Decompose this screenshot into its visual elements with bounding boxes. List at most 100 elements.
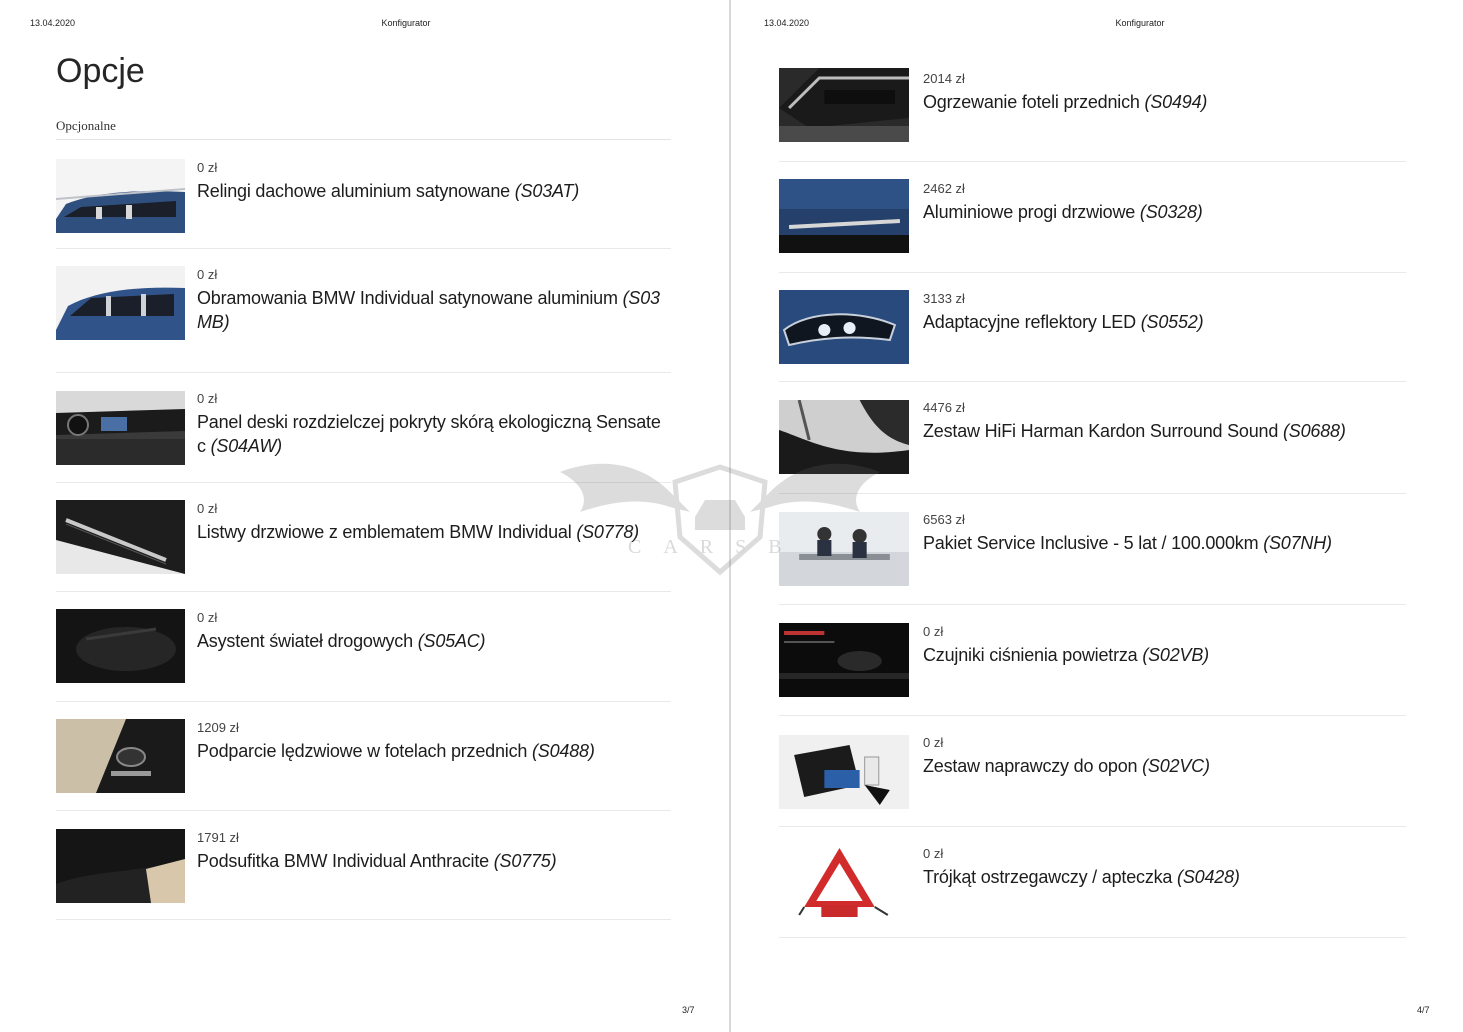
option-name: Aluminiowe progi drzwiowe (S0328) (923, 200, 1406, 224)
option-name: Asystent świateł drogowych (S05AC) (197, 629, 671, 653)
option-thumbnail (779, 290, 909, 364)
option-item: 3133 zł Adaptacyjne reflektory LED (S055… (779, 273, 1406, 382)
print-header-title: Konfigurator (1115, 18, 1165, 28)
page-title: Opcje (56, 52, 145, 90)
print-date: 13.04.2020 (30, 18, 76, 28)
option-thumbnail (56, 719, 185, 793)
option-code: (S04AW) (210, 436, 282, 456)
option-price: 0 zł (197, 160, 218, 175)
option-price: 2014 zł (923, 71, 965, 86)
option-item: 0 zł Obramowania BMW Individual satynowa… (56, 249, 671, 373)
option-name: Listwy drzwiowe z emblematem BMW Individ… (197, 520, 671, 544)
option-code: (S0488) (532, 741, 595, 761)
option-name: Panel deski rozdzielczej pokryty skórą e… (197, 410, 671, 458)
option-item: 2462 zł Aluminiowe progi drzwiowe (S0328… (779, 162, 1406, 273)
option-title: Aluminiowe progi drzwiowe (923, 202, 1136, 222)
option-code: (S0552) (1140, 312, 1204, 332)
option-thumbnail (779, 400, 909, 474)
option-title: Asystent świateł drogowych (197, 631, 413, 651)
page-3: 13.04.2020 Konfigurator Opcje Opcjonalne… (0, 0, 729, 1032)
option-title: Listwy drzwiowe z emblematem BMW Individ… (197, 522, 572, 542)
option-name: Zestaw HiFi Harman Kardon Surround Sound… (923, 419, 1406, 443)
option-name: Obramowania BMW Individual satynowane al… (197, 286, 671, 334)
option-item: 1791 zł Podsufitka BMW Individual Anthra… (56, 811, 671, 920)
page-number: 3/7 (682, 1005, 695, 1015)
print-header-title: Konfigurator (381, 18, 431, 28)
option-price: 3133 zł (923, 291, 965, 306)
option-code: (S02VB) (1142, 645, 1209, 665)
option-title: Pakiet Service Inclusive - 5 lat / 100.0… (923, 533, 1259, 553)
options-list: 2014 zł Ogrzewanie foteli przednich (S04… (779, 52, 1406, 938)
option-code: (S0428) (1177, 867, 1240, 887)
option-item: 0 zł Czujniki ciśnienia powietrza (S02VB… (779, 605, 1406, 716)
option-title: Adaptacyjne reflektory LED (923, 312, 1136, 332)
option-title: Zestaw naprawczy do opon (923, 756, 1138, 776)
option-thumbnail (779, 845, 909, 919)
option-code: (S0778) (576, 522, 639, 542)
option-title: Czujniki ciśnienia powietrza (923, 645, 1138, 665)
option-item: 1209 zł Podparcie lędzwiowe w fotelach p… (56, 702, 671, 811)
option-thumbnail (779, 68, 909, 142)
options-list: 0 zł Relingi dachowe aluminium satynowan… (56, 140, 671, 920)
option-title: Podsufitka BMW Individual Anthracite (197, 851, 489, 871)
option-thumbnail (779, 512, 909, 586)
option-code: (S02VC) (1142, 756, 1210, 776)
option-name: Relingi dachowe aluminium satynowane (S0… (197, 179, 671, 203)
option-price: 0 zł (197, 610, 218, 625)
option-thumbnail (779, 179, 909, 253)
option-price: 0 zł (923, 735, 944, 750)
option-price: 0 zł (923, 624, 944, 639)
option-item: 0 zł Listwy drzwiowe z emblematem BMW In… (56, 483, 671, 592)
option-name: Podparcie lędzwiowe w fotelach przednich… (197, 739, 671, 763)
option-price: 1791 zł (197, 830, 239, 845)
option-title: Trójkąt ostrzegawczy / apteczka (923, 867, 1173, 887)
print-date: 13.04.2020 (764, 18, 810, 28)
option-code: (S03AT) (514, 181, 580, 201)
option-name: Pakiet Service Inclusive - 5 lat / 100.0… (923, 531, 1406, 555)
option-name: Trójkąt ostrzegawczy / apteczka (S0428) (923, 865, 1406, 889)
option-code: (S0494) (1144, 92, 1208, 112)
option-item: 0 zł Asystent świateł drogowych (S05AC) (56, 592, 671, 702)
page-number: 4/7 (1417, 1005, 1430, 1015)
option-title: Ogrzewanie foteli przednich (923, 92, 1140, 112)
option-item: 0 zł Trójkąt ostrzegawczy / apteczka (S0… (779, 827, 1406, 938)
option-name: Podsufitka BMW Individual Anthracite (S0… (197, 849, 671, 873)
option-name: Czujniki ciśnienia powietrza (S02VB) (923, 643, 1406, 667)
option-item: 4476 zł Zestaw HiFi Harman Kardon Surrou… (779, 382, 1406, 494)
option-code: (S0775) (493, 851, 557, 871)
option-thumbnail (56, 391, 185, 465)
option-price: 1209 zł (197, 720, 239, 735)
option-code: (S05AC) (417, 631, 486, 651)
option-thumbnail (56, 159, 185, 233)
option-item: 0 zł Panel deski rozdzielczej pokryty sk… (56, 373, 671, 483)
option-name: Adaptacyjne reflektory LED (S0552) (923, 310, 1406, 334)
option-thumbnail (56, 829, 185, 903)
option-item: 0 zł Relingi dachowe aluminium satynowan… (56, 140, 671, 249)
option-price: 6563 zł (923, 512, 965, 527)
option-thumbnail (56, 609, 185, 683)
option-price: 2462 zł (923, 181, 965, 196)
option-name: Ogrzewanie foteli przednich (S0494) (923, 90, 1406, 114)
option-price: 0 zł (923, 846, 944, 861)
option-thumbnail (779, 735, 909, 809)
option-thumbnail (56, 266, 185, 340)
option-price: 4476 zł (923, 400, 965, 415)
option-title: Obramowania BMW Individual satynowane al… (197, 288, 618, 308)
option-code: (S0328) (1139, 202, 1203, 222)
option-code: (S0688) (1283, 421, 1346, 441)
option-name: Zestaw naprawczy do opon (S02VC) (923, 754, 1406, 778)
option-title: Podparcie lędzwiowe w fotelach przednich (197, 741, 528, 761)
option-code: (S07NH) (1263, 533, 1332, 553)
option-item: 6563 zł Pakiet Service Inclusive - 5 lat… (779, 494, 1406, 605)
option-item: 0 zł Zestaw naprawczy do opon (S02VC) (779, 716, 1406, 827)
option-price: 0 zł (197, 391, 218, 406)
section-subheading: Opcjonalne (56, 118, 116, 133)
option-title: Zestaw HiFi Harman Kardon Surround Sound (923, 421, 1279, 441)
option-item: 2014 zł Ogrzewanie foteli przednich (S04… (779, 52, 1406, 162)
option-thumbnail (779, 623, 909, 697)
page-4: 13.04.2020 Konfigurator 2014 zł Ogrzewan… (731, 0, 1463, 1032)
option-price: 0 zł (197, 267, 218, 282)
option-thumbnail (56, 500, 185, 574)
option-title: Relingi dachowe aluminium satynowane (197, 181, 510, 201)
option-price: 0 zł (197, 501, 218, 516)
